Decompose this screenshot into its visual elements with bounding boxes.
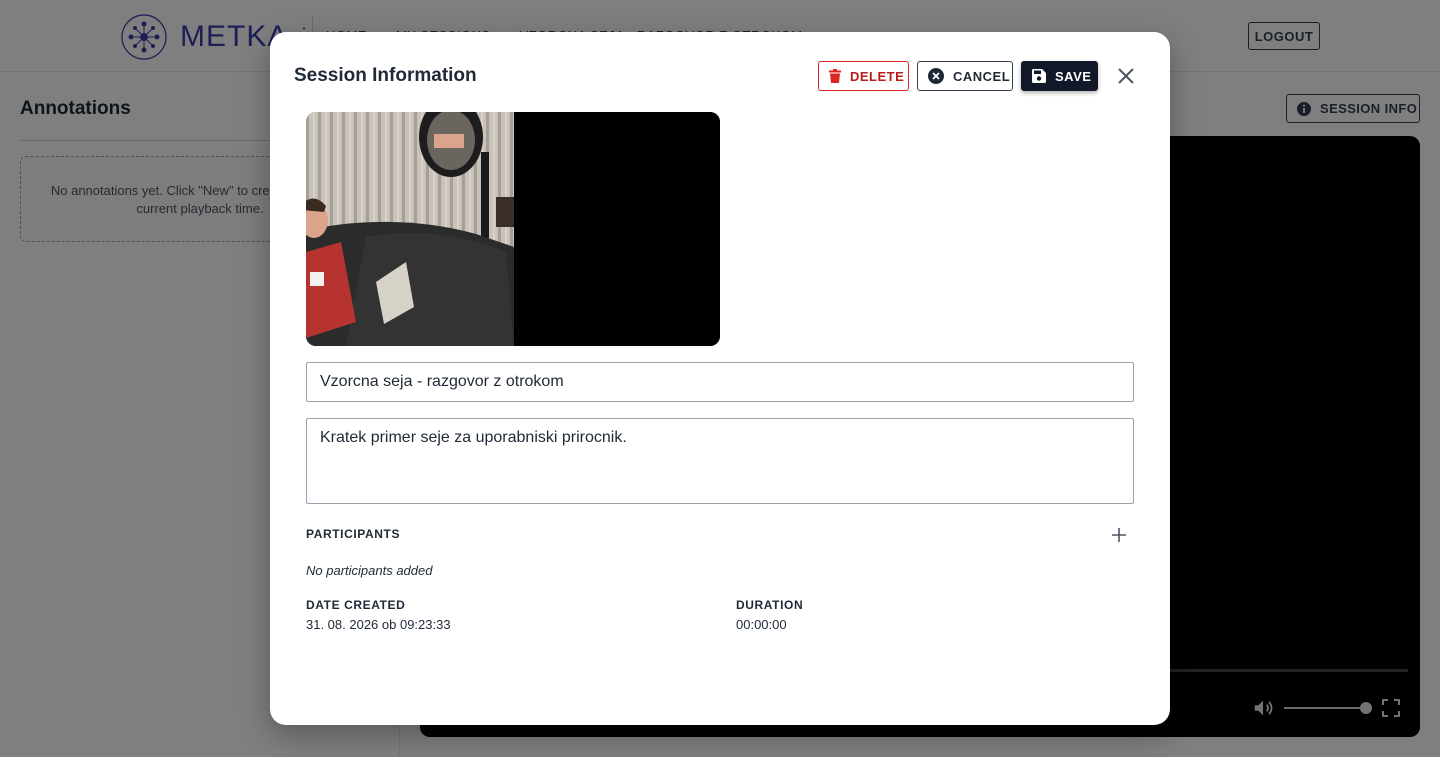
no-participants-text: No participants added — [306, 563, 433, 578]
video-frame-image — [306, 112, 720, 346]
close-icon[interactable] — [1116, 66, 1136, 86]
floppy-disk-icon — [1032, 69, 1046, 83]
delete-button[interactable]: DELETE — [818, 61, 909, 91]
session-video-thumbnail — [306, 112, 720, 346]
cancel-label: CANCEL — [953, 68, 1011, 84]
duration-value: 00:00:00 — [736, 617, 787, 632]
date-created-value: 31. 08. 2026 ob 09:23:33 — [306, 617, 451, 632]
delete-label: DELETE — [850, 68, 905, 84]
session-name-input[interactable] — [306, 362, 1134, 402]
plus-icon[interactable] — [1110, 526, 1128, 544]
save-label: SAVE — [1055, 68, 1092, 84]
session-description-textarea[interactable]: Kratek primer seje za uporabniski priroc… — [306, 418, 1134, 504]
cancel-button[interactable]: CANCEL — [917, 61, 1013, 91]
trash-icon — [829, 69, 841, 83]
save-button[interactable]: SAVE — [1021, 61, 1098, 91]
participants-label: PARTICIPANTS — [306, 527, 401, 541]
session-information-dialog: Session Information DELETE CANCEL SAVE V… — [270, 32, 1170, 725]
x-circle-icon — [928, 68, 944, 84]
duration-label: DURATION — [736, 598, 804, 612]
dialog-title: Session Information — [294, 65, 477, 86]
date-created-label: DATE CREATED — [306, 598, 406, 612]
